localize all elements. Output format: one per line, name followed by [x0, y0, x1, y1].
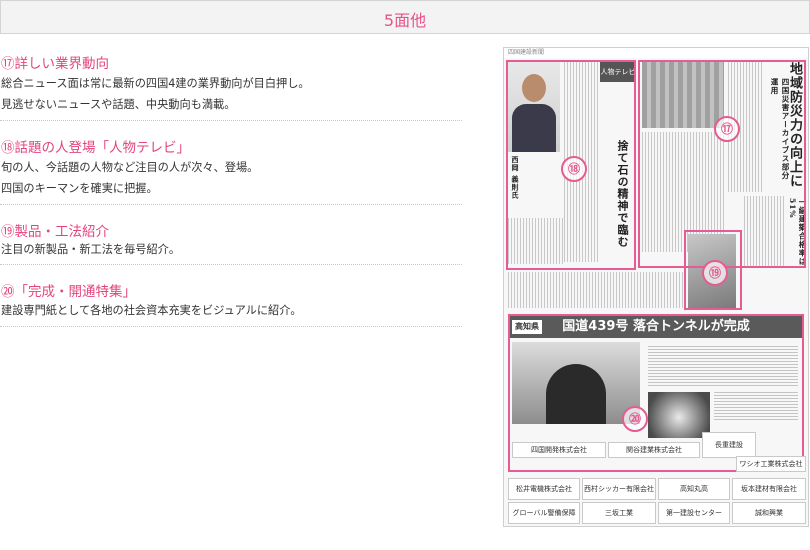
ad-block: ワシオ工業株式会社 — [736, 456, 806, 472]
feature-description: 旬の人、今話題の人物など注目の人が次々、登場。 — [1, 161, 259, 174]
feature-item: ⑳「完成・開通特集」 建設専門紙として各地の社会資本充実をビジュアルに紹介。 — [0, 278, 462, 327]
feature-item: ⑱話題の人登場「人物テレビ」 旬の人、今話題の人物など注目の人が次々、登場。 四… — [0, 134, 462, 205]
newspaper-masthead: 四国建設新聞 — [504, 48, 808, 58]
ad-block: 誠和興業 — [732, 502, 806, 524]
ad-block: 高知丸高 — [658, 478, 730, 500]
badge-18: ⑱ — [561, 156, 587, 182]
feature-description: 総合ニュース面は常に最新の四国4建の業界動向が目白押し。 — [1, 77, 310, 90]
feature-title: ⑱話題の人登場「人物テレビ」 — [1, 140, 190, 156]
ad-block: 松井電機株式会社 — [508, 478, 580, 500]
ad-block: 関谷建業株式会社 — [608, 442, 700, 458]
badge-19: ⑲ — [702, 260, 728, 286]
ad-block: 西村シッカー有限会社 — [582, 478, 656, 500]
feature-title: ⑳「完成・開通特集」 — [1, 284, 136, 300]
tunnel-photo — [512, 342, 640, 424]
feature-item: ⑲製品・工法紹介 注目の新製品・新工法を毎号紹介。 — [0, 218, 462, 265]
ad-block: 第一建設センター — [658, 502, 730, 524]
tunnel-headline-banner: 高知県 国道439号 落合トンネルが完成 — [510, 316, 802, 338]
tunnel-headline: 国道439号 落合トンネルが完成 — [562, 319, 750, 334]
feature-description: 建設専門紙として各地の社会資本充実をビジュアルに紹介。 — [1, 304, 302, 317]
feature-description: 見逃せないニュースや話題、中央動向も満載。 — [1, 98, 236, 111]
badge-20: ⑳ — [622, 406, 648, 432]
section-header: 5面他 — [0, 0, 810, 34]
ad-block: 長重建設 — [702, 432, 756, 458]
feature-item: ⑰詳しい業界動向 総合ニュース面は常に最新の四国4建の業界動向が目白押し。 見逃… — [0, 50, 462, 121]
feature-title: ⑰詳しい業界動向 — [1, 56, 109, 72]
section-title: 5面他 — [383, 11, 427, 30]
tunnel-interior-photo — [648, 392, 710, 438]
badge-17: ⑰ — [714, 116, 740, 142]
newspaper-page-image: 四国建設新聞 西岡 義則氏 人物テレビ 捨て石の精神で臨む 地域防災力の向上に … — [503, 47, 809, 527]
feature-title: ⑲製品・工法紹介 — [1, 224, 109, 240]
ad-block: 三坂工業 — [582, 502, 656, 524]
ad-block: 坂本建材有限会社 — [732, 478, 806, 500]
feature-description: 注目の新製品・新工法を毎号紹介。 — [1, 243, 181, 256]
feature-description: 四国のキーマンを確実に把握。 — [1, 182, 158, 195]
ad-block: 四国開発株式会社 — [512, 442, 606, 458]
ad-block: グローバル警備保障 — [508, 502, 580, 524]
prefecture-label: 高知県 — [512, 320, 542, 334]
